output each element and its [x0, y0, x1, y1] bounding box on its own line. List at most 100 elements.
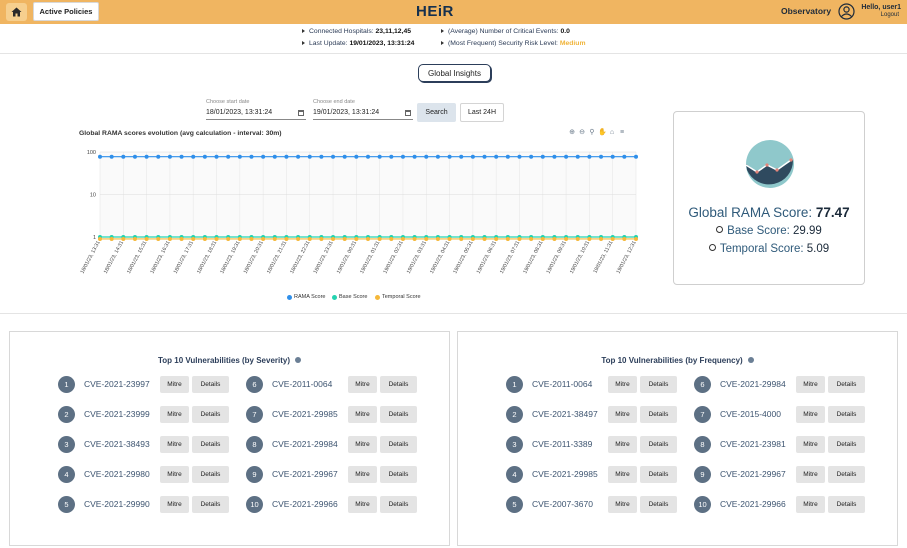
- mitre-button[interactable]: Mitre: [796, 495, 825, 513]
- data-point[interactable]: [400, 236, 405, 241]
- data-point[interactable]: [132, 154, 137, 159]
- data-point[interactable]: [366, 154, 370, 159]
- data-point[interactable]: [179, 236, 184, 241]
- details-button[interactable]: Details: [380, 375, 417, 393]
- data-point[interactable]: [98, 236, 102, 241]
- data-point[interactable]: [552, 236, 557, 241]
- data-point[interactable]: [564, 154, 569, 159]
- mitre-button[interactable]: Mitre: [160, 465, 189, 483]
- details-button[interactable]: Details: [640, 495, 677, 513]
- data-point[interactable]: [540, 154, 545, 159]
- data-point[interactable]: [412, 154, 417, 159]
- data-point[interactable]: [482, 236, 487, 241]
- data-point[interactable]: [424, 154, 429, 159]
- global-insights-tab[interactable]: Global Insights: [418, 64, 491, 82]
- mitre-button[interactable]: Mitre: [608, 375, 637, 393]
- data-point[interactable]: [354, 154, 359, 159]
- data-point[interactable]: [435, 154, 440, 159]
- data-point[interactable]: [470, 154, 475, 159]
- mitre-button[interactable]: Mitre: [608, 465, 637, 483]
- details-button[interactable]: Details: [380, 465, 417, 483]
- data-point[interactable]: [249, 154, 254, 159]
- details-button[interactable]: Details: [828, 435, 865, 453]
- data-point[interactable]: [470, 236, 475, 241]
- data-point[interactable]: [342, 154, 347, 159]
- calendar-icon[interactable]: [298, 109, 304, 116]
- data-point[interactable]: [517, 154, 522, 159]
- mitre-button[interactable]: Mitre: [796, 405, 825, 423]
- data-point[interactable]: [447, 236, 452, 241]
- data-point[interactable]: [389, 236, 394, 241]
- end-date-input[interactable]: 19/01/2023, 13:31:24: [313, 106, 413, 120]
- observatory-link[interactable]: Observatory: [781, 6, 831, 16]
- data-point[interactable]: [284, 236, 289, 241]
- details-button[interactable]: Details: [640, 405, 677, 423]
- data-point[interactable]: [377, 154, 382, 159]
- details-button[interactable]: Details: [828, 465, 865, 483]
- search-button[interactable]: Search: [417, 103, 456, 122]
- active-policies-button[interactable]: Active Policies: [33, 2, 99, 21]
- details-button[interactable]: Details: [192, 435, 229, 453]
- mitre-button[interactable]: Mitre: [160, 495, 189, 513]
- data-point[interactable]: [307, 154, 312, 159]
- data-point[interactable]: [424, 236, 429, 241]
- data-point[interactable]: [319, 154, 324, 159]
- details-button[interactable]: Details: [640, 465, 677, 483]
- details-button[interactable]: Details: [192, 405, 229, 423]
- mitre-button[interactable]: Mitre: [608, 435, 637, 453]
- data-point[interactable]: [109, 236, 114, 241]
- data-point[interactable]: [191, 154, 196, 159]
- data-point[interactable]: [319, 236, 324, 241]
- data-point[interactable]: [167, 236, 172, 241]
- user-icon[interactable]: [838, 3, 855, 20]
- mitre-button[interactable]: Mitre: [348, 465, 377, 483]
- data-point[interactable]: [121, 154, 126, 159]
- data-point[interactable]: [389, 154, 394, 159]
- data-point[interactable]: [505, 154, 510, 159]
- data-point[interactable]: [167, 154, 172, 159]
- data-point[interactable]: [214, 236, 219, 241]
- data-point[interactable]: [307, 236, 312, 241]
- data-point[interactable]: [144, 154, 149, 159]
- details-button[interactable]: Details: [828, 405, 865, 423]
- data-point[interactable]: [435, 236, 440, 241]
- data-point[interactable]: [156, 154, 161, 159]
- data-point[interactable]: [564, 236, 569, 241]
- mitre-button[interactable]: Mitre: [608, 405, 637, 423]
- data-point[interactable]: [296, 154, 301, 159]
- info-icon[interactable]: [295, 357, 302, 363]
- data-point[interactable]: [202, 154, 207, 159]
- data-point[interactable]: [331, 236, 336, 241]
- mitre-button[interactable]: Mitre: [796, 435, 825, 453]
- details-button[interactable]: Details: [192, 375, 229, 393]
- details-button[interactable]: Details: [640, 375, 677, 393]
- data-point[interactable]: [575, 236, 580, 241]
- details-button[interactable]: Details: [192, 495, 229, 513]
- last-24h-button[interactable]: Last 24H: [460, 103, 504, 122]
- details-button[interactable]: Details: [192, 465, 229, 483]
- data-point[interactable]: [191, 236, 196, 241]
- data-point[interactable]: [610, 236, 615, 241]
- data-point[interactable]: [494, 236, 499, 241]
- home-button[interactable]: [6, 3, 27, 21]
- mitre-button[interactable]: Mitre: [348, 495, 377, 513]
- legend-item[interactable]: Temporal Score: [375, 294, 421, 300]
- data-point[interactable]: [552, 154, 557, 159]
- data-point[interactable]: [377, 236, 382, 241]
- data-point[interactable]: [121, 236, 126, 241]
- pan-hand-icon[interactable]: ✋: [598, 129, 607, 137]
- data-point[interactable]: [400, 154, 405, 159]
- mitre-button[interactable]: Mitre: [796, 465, 825, 483]
- data-point[interactable]: [156, 236, 161, 241]
- data-point[interactable]: [517, 236, 522, 241]
- data-point[interactable]: [249, 236, 254, 241]
- details-button[interactable]: Details: [380, 435, 417, 453]
- data-point[interactable]: [587, 154, 592, 159]
- legend-item[interactable]: Base Score: [332, 294, 367, 300]
- mitre-button[interactable]: Mitre: [160, 435, 189, 453]
- data-point[interactable]: [634, 236, 638, 241]
- data-point[interactable]: [622, 154, 627, 159]
- details-button[interactable]: Details: [380, 495, 417, 513]
- data-point[interactable]: [214, 154, 219, 159]
- mitre-button[interactable]: Mitre: [348, 435, 377, 453]
